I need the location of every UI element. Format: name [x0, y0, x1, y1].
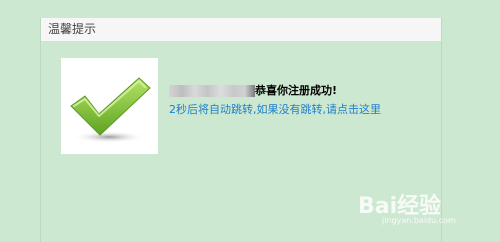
- redirect-link[interactable]: 2秒后将自动跳转,如果没有跳转,请点击这里: [169, 103, 381, 117]
- dialog-header: 温馨提示: [41, 18, 441, 42]
- success-image: [61, 58, 158, 154]
- baidu-jingyan-watermark: Bai经验 jingyan.baidu.com: [352, 188, 484, 236]
- success-message: 恭喜你注册成功!: [255, 84, 338, 97]
- watermark-url: jingyan.baidu.com: [382, 216, 456, 225]
- dialog-title: 温馨提示: [48, 22, 97, 36]
- blurred-username: [169, 85, 255, 97]
- check-mark-icon: [70, 77, 151, 143]
